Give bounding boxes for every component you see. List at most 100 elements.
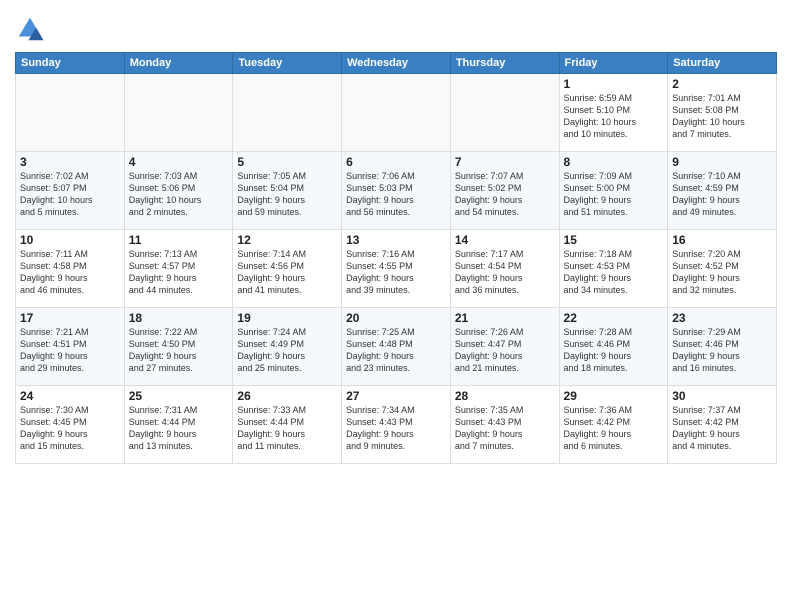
day-number: 8 — [564, 155, 664, 169]
day-info: Sunrise: 7:07 AM Sunset: 5:02 PM Dayligh… — [455, 170, 555, 219]
day-info: Sunrise: 7:14 AM Sunset: 4:56 PM Dayligh… — [237, 248, 337, 297]
day-info: Sunrise: 7:22 AM Sunset: 4:50 PM Dayligh… — [129, 326, 229, 375]
day-info: Sunrise: 7:03 AM Sunset: 5:06 PM Dayligh… — [129, 170, 229, 219]
calendar-cell: 17Sunrise: 7:21 AM Sunset: 4:51 PM Dayli… — [16, 308, 125, 386]
day-number: 15 — [564, 233, 664, 247]
calendar-cell: 12Sunrise: 7:14 AM Sunset: 4:56 PM Dayli… — [233, 230, 342, 308]
calendar-cell: 14Sunrise: 7:17 AM Sunset: 4:54 PM Dayli… — [450, 230, 559, 308]
day-info: Sunrise: 7:34 AM Sunset: 4:43 PM Dayligh… — [346, 404, 446, 453]
day-number: 12 — [237, 233, 337, 247]
calendar-header-wednesday: Wednesday — [342, 53, 451, 74]
calendar-cell: 29Sunrise: 7:36 AM Sunset: 4:42 PM Dayli… — [559, 386, 668, 464]
day-number: 17 — [20, 311, 120, 325]
day-number: 30 — [672, 389, 772, 403]
calendar: SundayMondayTuesdayWednesdayThursdayFrid… — [15, 52, 777, 464]
calendar-cell: 30Sunrise: 7:37 AM Sunset: 4:42 PM Dayli… — [668, 386, 777, 464]
day-info: Sunrise: 7:33 AM Sunset: 4:44 PM Dayligh… — [237, 404, 337, 453]
day-number: 27 — [346, 389, 446, 403]
calendar-cell: 9Sunrise: 7:10 AM Sunset: 4:59 PM Daylig… — [668, 152, 777, 230]
day-number: 19 — [237, 311, 337, 325]
day-info: Sunrise: 7:06 AM Sunset: 5:03 PM Dayligh… — [346, 170, 446, 219]
day-info: Sunrise: 7:13 AM Sunset: 4:57 PM Dayligh… — [129, 248, 229, 297]
day-number: 22 — [564, 311, 664, 325]
day-number: 7 — [455, 155, 555, 169]
calendar-cell: 19Sunrise: 7:24 AM Sunset: 4:49 PM Dayli… — [233, 308, 342, 386]
logo-icon — [15, 14, 45, 44]
day-info: Sunrise: 7:20 AM Sunset: 4:52 PM Dayligh… — [672, 248, 772, 297]
calendar-cell: 21Sunrise: 7:26 AM Sunset: 4:47 PM Dayli… — [450, 308, 559, 386]
calendar-cell — [450, 74, 559, 152]
day-info: Sunrise: 7:01 AM Sunset: 5:08 PM Dayligh… — [672, 92, 772, 141]
calendar-header-saturday: Saturday — [668, 53, 777, 74]
calendar-cell: 13Sunrise: 7:16 AM Sunset: 4:55 PM Dayli… — [342, 230, 451, 308]
day-number: 13 — [346, 233, 446, 247]
day-number: 4 — [129, 155, 229, 169]
calendar-cell: 16Sunrise: 7:20 AM Sunset: 4:52 PM Dayli… — [668, 230, 777, 308]
calendar-header-thursday: Thursday — [450, 53, 559, 74]
calendar-cell: 26Sunrise: 7:33 AM Sunset: 4:44 PM Dayli… — [233, 386, 342, 464]
calendar-cell: 6Sunrise: 7:06 AM Sunset: 5:03 PM Daylig… — [342, 152, 451, 230]
day-number: 18 — [129, 311, 229, 325]
day-number: 21 — [455, 311, 555, 325]
day-number: 11 — [129, 233, 229, 247]
day-number: 16 — [672, 233, 772, 247]
day-info: Sunrise: 7:02 AM Sunset: 5:07 PM Dayligh… — [20, 170, 120, 219]
day-info: Sunrise: 7:29 AM Sunset: 4:46 PM Dayligh… — [672, 326, 772, 375]
day-number: 3 — [20, 155, 120, 169]
calendar-cell: 22Sunrise: 7:28 AM Sunset: 4:46 PM Dayli… — [559, 308, 668, 386]
calendar-cell: 2Sunrise: 7:01 AM Sunset: 5:08 PM Daylig… — [668, 74, 777, 152]
calendar-cell: 4Sunrise: 7:03 AM Sunset: 5:06 PM Daylig… — [124, 152, 233, 230]
calendar-cell — [342, 74, 451, 152]
calendar-header-friday: Friday — [559, 53, 668, 74]
calendar-header-tuesday: Tuesday — [233, 53, 342, 74]
page: SundayMondayTuesdayWednesdayThursdayFrid… — [0, 0, 792, 612]
day-info: Sunrise: 7:30 AM Sunset: 4:45 PM Dayligh… — [20, 404, 120, 453]
day-number: 20 — [346, 311, 446, 325]
day-number: 1 — [564, 77, 664, 91]
header — [15, 10, 777, 44]
calendar-cell: 15Sunrise: 7:18 AM Sunset: 4:53 PM Dayli… — [559, 230, 668, 308]
calendar-cell: 3Sunrise: 7:02 AM Sunset: 5:07 PM Daylig… — [16, 152, 125, 230]
day-info: Sunrise: 7:24 AM Sunset: 4:49 PM Dayligh… — [237, 326, 337, 375]
day-info: Sunrise: 7:09 AM Sunset: 5:00 PM Dayligh… — [564, 170, 664, 219]
calendar-cell: 7Sunrise: 7:07 AM Sunset: 5:02 PM Daylig… — [450, 152, 559, 230]
day-number: 28 — [455, 389, 555, 403]
day-info: Sunrise: 7:35 AM Sunset: 4:43 PM Dayligh… — [455, 404, 555, 453]
day-number: 9 — [672, 155, 772, 169]
calendar-cell: 25Sunrise: 7:31 AM Sunset: 4:44 PM Dayli… — [124, 386, 233, 464]
day-number: 25 — [129, 389, 229, 403]
day-number: 5 — [237, 155, 337, 169]
day-info: Sunrise: 7:16 AM Sunset: 4:55 PM Dayligh… — [346, 248, 446, 297]
day-info: Sunrise: 7:37 AM Sunset: 4:42 PM Dayligh… — [672, 404, 772, 453]
day-info: Sunrise: 7:25 AM Sunset: 4:48 PM Dayligh… — [346, 326, 446, 375]
day-number: 26 — [237, 389, 337, 403]
day-number: 10 — [20, 233, 120, 247]
calendar-cell: 10Sunrise: 7:11 AM Sunset: 4:58 PM Dayli… — [16, 230, 125, 308]
day-number: 6 — [346, 155, 446, 169]
day-number: 24 — [20, 389, 120, 403]
calendar-cell: 24Sunrise: 7:30 AM Sunset: 4:45 PM Dayli… — [16, 386, 125, 464]
calendar-cell: 28Sunrise: 7:35 AM Sunset: 4:43 PM Dayli… — [450, 386, 559, 464]
calendar-header-monday: Monday — [124, 53, 233, 74]
day-info: Sunrise: 7:26 AM Sunset: 4:47 PM Dayligh… — [455, 326, 555, 375]
calendar-week-0: 1Sunrise: 6:59 AM Sunset: 5:10 PM Daylig… — [16, 74, 777, 152]
day-number: 2 — [672, 77, 772, 91]
calendar-cell: 20Sunrise: 7:25 AM Sunset: 4:48 PM Dayli… — [342, 308, 451, 386]
calendar-header-row: SundayMondayTuesdayWednesdayThursdayFrid… — [16, 53, 777, 74]
calendar-cell — [233, 74, 342, 152]
calendar-cell: 1Sunrise: 6:59 AM Sunset: 5:10 PM Daylig… — [559, 74, 668, 152]
day-info: Sunrise: 6:59 AM Sunset: 5:10 PM Dayligh… — [564, 92, 664, 141]
calendar-cell: 8Sunrise: 7:09 AM Sunset: 5:00 PM Daylig… — [559, 152, 668, 230]
logo — [15, 14, 49, 44]
calendar-week-2: 10Sunrise: 7:11 AM Sunset: 4:58 PM Dayli… — [16, 230, 777, 308]
day-number: 29 — [564, 389, 664, 403]
day-info: Sunrise: 7:10 AM Sunset: 4:59 PM Dayligh… — [672, 170, 772, 219]
day-info: Sunrise: 7:05 AM Sunset: 5:04 PM Dayligh… — [237, 170, 337, 219]
day-info: Sunrise: 7:28 AM Sunset: 4:46 PM Dayligh… — [564, 326, 664, 375]
calendar-cell: 5Sunrise: 7:05 AM Sunset: 5:04 PM Daylig… — [233, 152, 342, 230]
calendar-week-4: 24Sunrise: 7:30 AM Sunset: 4:45 PM Dayli… — [16, 386, 777, 464]
day-info: Sunrise: 7:17 AM Sunset: 4:54 PM Dayligh… — [455, 248, 555, 297]
calendar-week-3: 17Sunrise: 7:21 AM Sunset: 4:51 PM Dayli… — [16, 308, 777, 386]
calendar-cell: 23Sunrise: 7:29 AM Sunset: 4:46 PM Dayli… — [668, 308, 777, 386]
day-info: Sunrise: 7:21 AM Sunset: 4:51 PM Dayligh… — [20, 326, 120, 375]
